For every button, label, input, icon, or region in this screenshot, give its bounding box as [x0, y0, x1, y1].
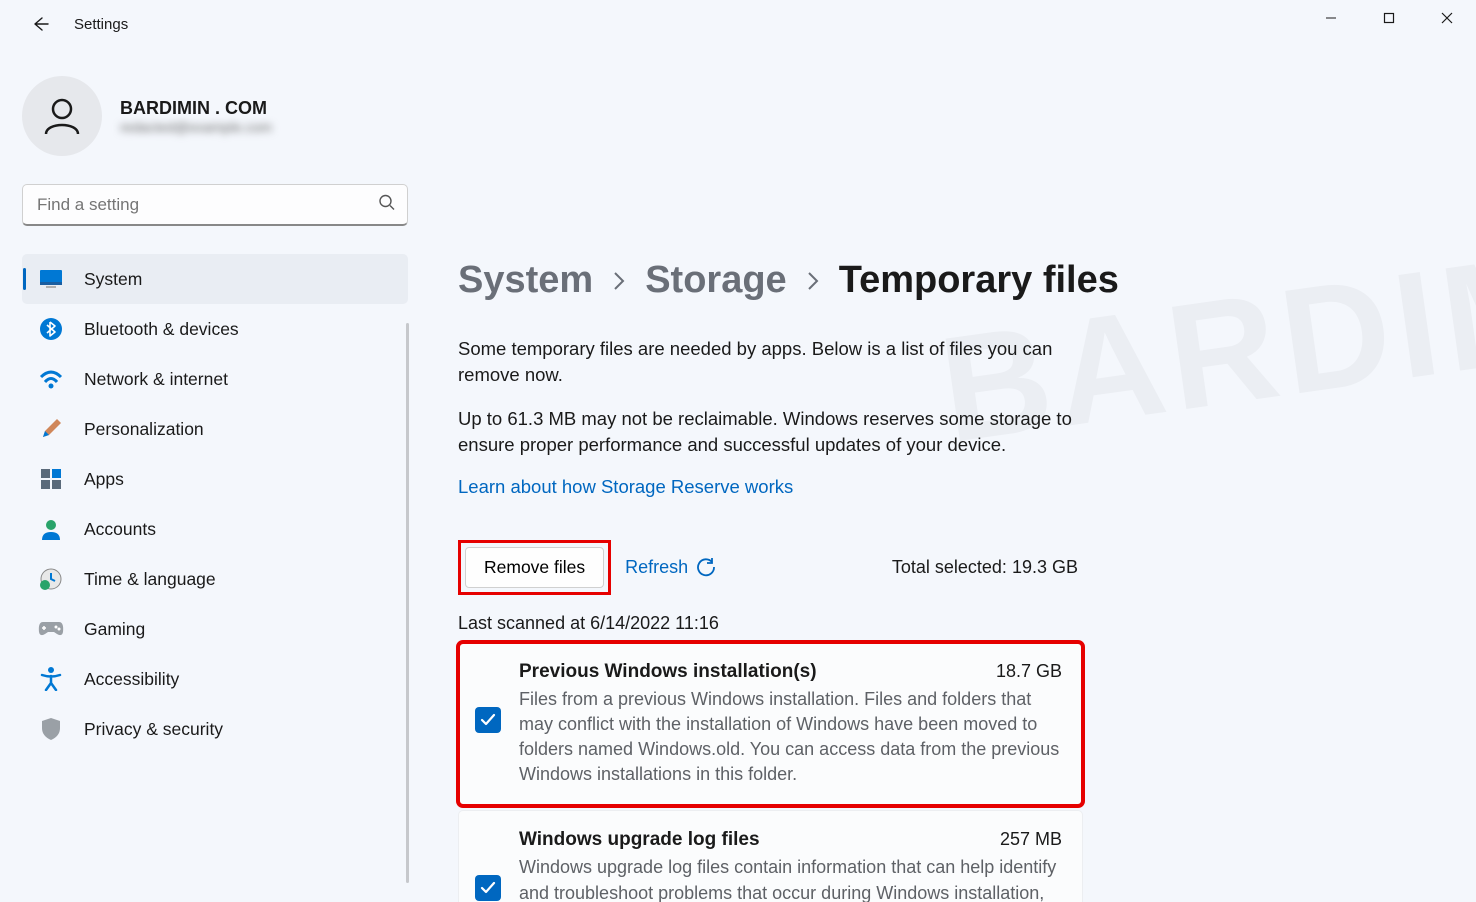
avatar: [22, 76, 102, 156]
sidebar-item-system[interactable]: System: [22, 254, 408, 304]
storage-reserve-link[interactable]: Learn about how Storage Reserve works: [458, 476, 793, 497]
sidebar-item-personalization[interactable]: Personalization: [22, 404, 408, 454]
category-description: Windows upgrade log files contain inform…: [519, 855, 1062, 902]
minimize-icon: [1325, 12, 1337, 24]
app-title: Settings: [74, 16, 128, 33]
category-description: Files from a previous Windows installati…: [519, 687, 1062, 788]
search-wrap: [22, 184, 408, 226]
refresh-label: Refresh: [625, 557, 688, 578]
sidebar-item-network[interactable]: Network & internet: [22, 354, 408, 404]
search-input[interactable]: [22, 184, 408, 226]
window-controls: [1302, 0, 1476, 36]
sidebar: BARDIMIN . COM redacted@example.com Syst…: [0, 48, 420, 902]
title-bar: Settings: [0, 0, 1476, 48]
minimize-button[interactable]: [1302, 0, 1360, 36]
chevron-right-icon: [805, 267, 821, 295]
network-icon: [38, 366, 64, 392]
sidebar-item-label: Bluetooth & devices: [84, 319, 239, 340]
breadcrumb-storage[interactable]: Storage: [645, 259, 786, 302]
sidebar-item-label: Personalization: [84, 419, 204, 440]
intro-text-1: Some temporary files are needed by apps.…: [458, 336, 1078, 388]
sidebar-item-label: Time & language: [84, 569, 216, 590]
category-checkbox[interactable]: [475, 707, 501, 733]
category-title: Windows upgrade log files: [519, 829, 760, 851]
sidebar-item-gaming[interactable]: Gaming: [22, 604, 408, 654]
bluetooth-icon: [38, 316, 64, 342]
user-block[interactable]: BARDIMIN . COM redacted@example.com: [22, 76, 410, 156]
sidebar-item-privacy[interactable]: Privacy & security: [22, 704, 408, 754]
sidebar-item-label: Privacy & security: [84, 719, 223, 740]
last-scanned: Last scanned at 6/14/2022 11:16: [458, 613, 1446, 634]
accounts-icon: [38, 516, 64, 542]
action-row: Remove files Refresh Total selected: 19.…: [458, 540, 1078, 595]
sidebar-item-accounts[interactable]: Accounts: [22, 504, 408, 554]
highlight-box: Remove files: [458, 540, 611, 595]
sidebar-item-time[interactable]: Time & language: [22, 554, 408, 604]
sidebar-item-label: System: [84, 269, 142, 290]
remove-files-button[interactable]: Remove files: [465, 547, 604, 588]
accessibility-icon: [38, 666, 64, 692]
close-button[interactable]: [1418, 0, 1476, 36]
refresh-button[interactable]: Refresh: [625, 557, 716, 578]
breadcrumb: System Storage Temporary files: [458, 259, 1446, 302]
category-size: 257 MB: [1000, 829, 1062, 850]
back-button[interactable]: [22, 6, 58, 42]
user-email: redacted@example.com: [120, 119, 272, 135]
gaming-icon: [38, 616, 64, 642]
search-icon[interactable]: [378, 194, 396, 217]
sidebar-item-label: Network & internet: [84, 369, 228, 390]
chevron-right-icon: [611, 267, 627, 295]
refresh-icon: [696, 557, 716, 577]
category-item-previous-windows[interactable]: Previous Windows installation(s) 18.7 GB…: [458, 642, 1083, 807]
sidebar-item-label: Accessibility: [84, 669, 179, 690]
sidebar-item-label: Apps: [84, 469, 124, 490]
maximize-icon: [1383, 12, 1395, 24]
category-list: Previous Windows installation(s) 18.7 GB…: [458, 642, 1083, 902]
category-size: 18.7 GB: [996, 661, 1062, 682]
personalization-icon: [38, 416, 64, 442]
sidebar-item-apps[interactable]: Apps: [22, 454, 408, 504]
apps-icon: [38, 466, 64, 492]
breadcrumb-system[interactable]: System: [458, 259, 593, 302]
page-title: Temporary files: [839, 259, 1119, 302]
arrow-left-icon: [30, 14, 50, 34]
sidebar-item-bluetooth[interactable]: Bluetooth & devices: [22, 304, 408, 354]
sidebar-scrollbar[interactable]: [406, 323, 409, 883]
total-selected: Total selected: 19.3 GB: [892, 557, 1078, 578]
category-title: Previous Windows installation(s): [519, 661, 817, 683]
close-icon: [1441, 12, 1453, 24]
system-icon: [38, 266, 64, 292]
category-item-upgrade-logs[interactable]: Windows upgrade log files 257 MB Windows…: [458, 810, 1083, 902]
shield-icon: [38, 716, 64, 742]
sidebar-item-label: Accounts: [84, 519, 156, 540]
check-icon: [479, 711, 497, 729]
user-name: BARDIMIN . COM: [120, 98, 272, 119]
intro-text-2: Up to 61.3 MB may not be reclaimable. Wi…: [458, 406, 1078, 458]
main-content: BARDIMIN System Storage Temporary files …: [420, 48, 1476, 902]
time-icon: [38, 566, 64, 592]
maximize-button[interactable]: [1360, 0, 1418, 36]
nav-list: System Bluetooth & devices Network & int…: [22, 254, 408, 754]
check-icon: [479, 879, 497, 897]
category-checkbox[interactable]: [475, 875, 501, 901]
sidebar-item-accessibility[interactable]: Accessibility: [22, 654, 408, 704]
sidebar-item-label: Gaming: [84, 619, 145, 640]
user-icon: [40, 94, 84, 138]
